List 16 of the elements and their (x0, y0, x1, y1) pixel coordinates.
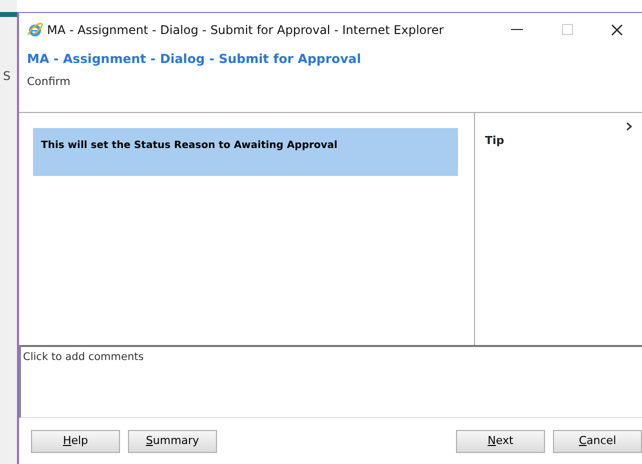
dialog-subtitle: Confirm (27, 74, 72, 90)
browser-logo-icon (27, 22, 43, 38)
dialog-button[interactable]: Help (31, 430, 120, 452)
background-bar (0, 12, 17, 17)
dialog-button[interactable]: Next (456, 430, 545, 452)
close-icon[interactable] (611, 24, 623, 36)
chevron-icon[interactable] (626, 122, 632, 131)
dialog-title: MA - Assignment - Dialog - Submit for Approval (27, 50, 362, 68)
background-text: S (2, 68, 12, 85)
dialog-button[interactable]: Cancel (553, 430, 642, 452)
comments-field[interactable]: Click to add comments (19, 345, 642, 418)
tip-label: Tip (485, 133, 506, 149)
dialog-button[interactable]: Summary (128, 430, 217, 452)
window-title: MA - Assignment - Dialog - Submit for Approval - Internet Explorer (47, 22, 444, 38)
minimize-icon[interactable] (511, 28, 523, 30)
message-banner: This will set the Status Reason to Awaiting Approval (33, 128, 458, 176)
